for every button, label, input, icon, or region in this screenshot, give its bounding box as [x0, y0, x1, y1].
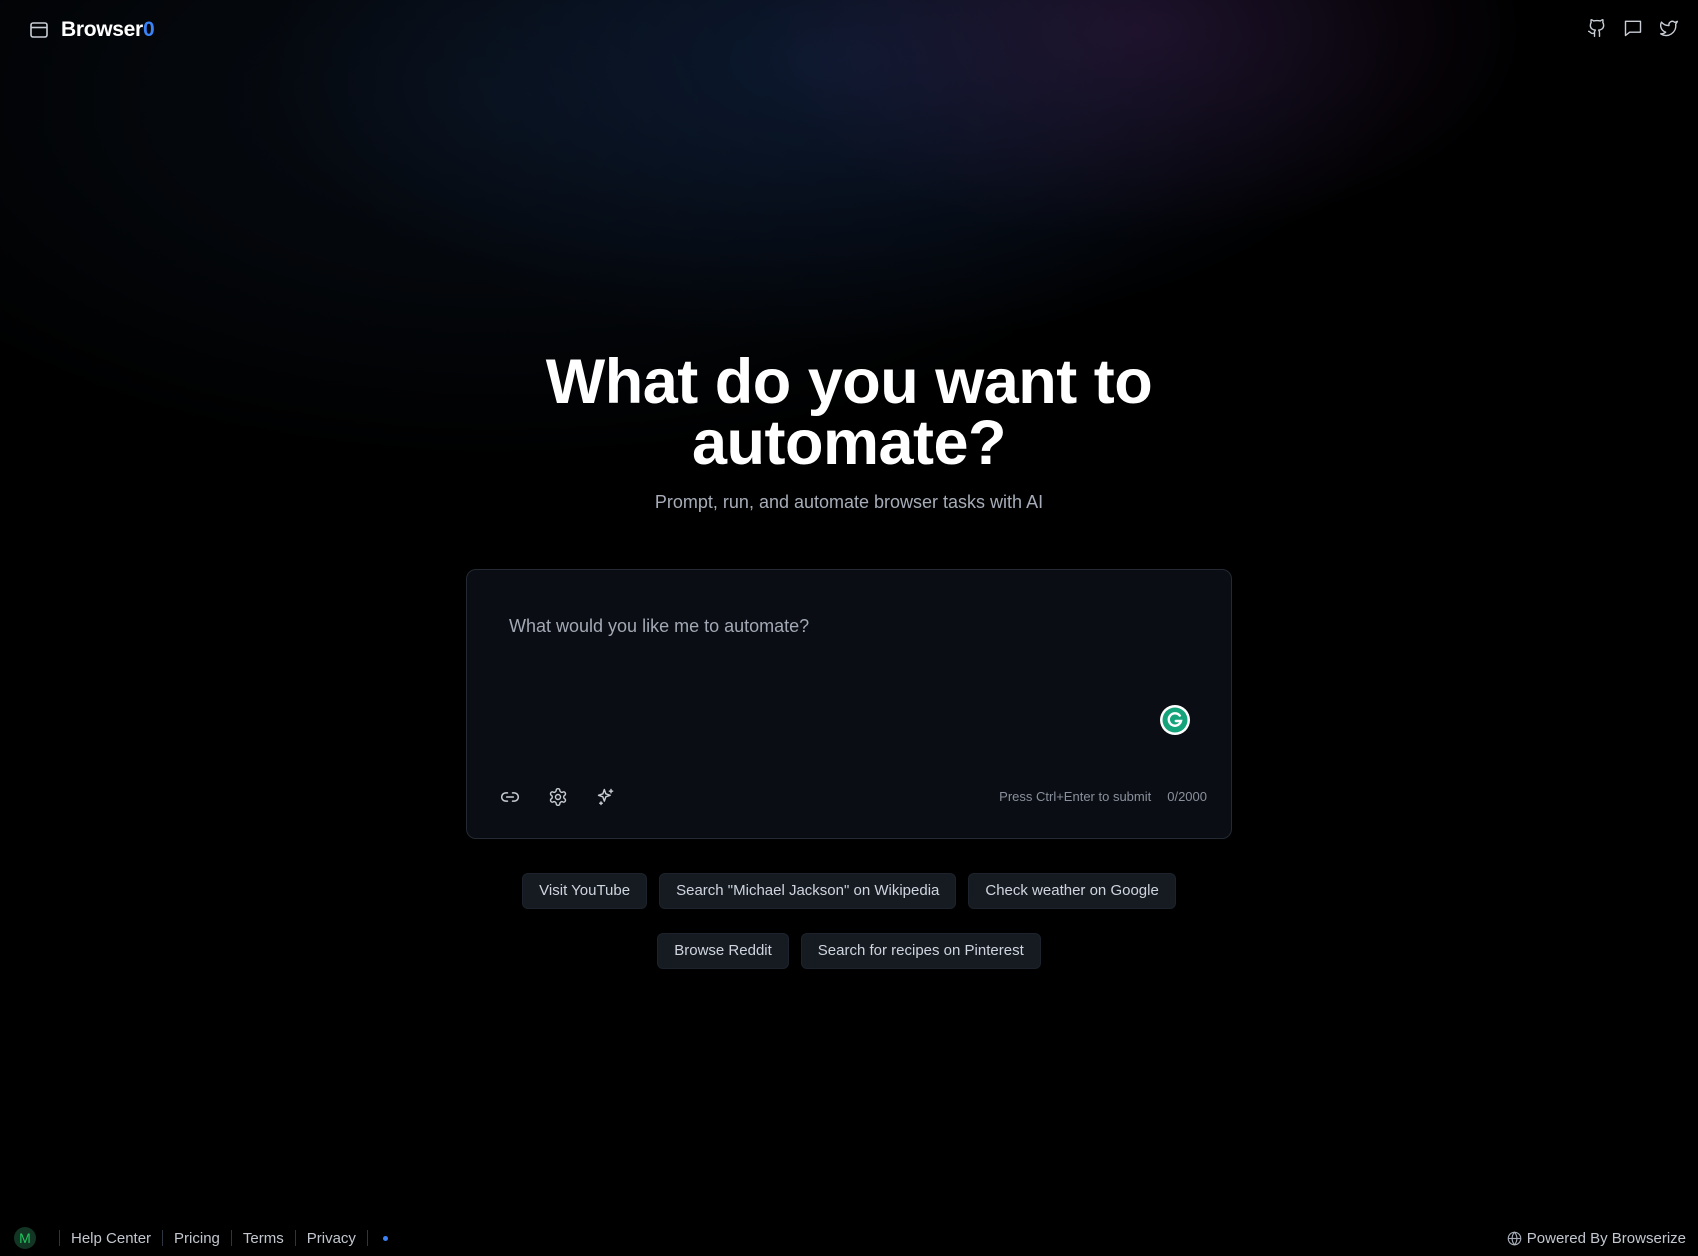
powered-by-link[interactable]: Powered By Browserize: [1507, 1224, 1686, 1252]
divider: [59, 1230, 60, 1246]
status-dot: [382, 1235, 388, 1241]
divider: [366, 1230, 368, 1246]
header-actions: [1586, 16, 1680, 40]
sidebar-icon: [30, 22, 48, 38]
hero-subtitle: Prompt, run, and automate browser tasks …: [654, 492, 1044, 512]
settings-icon: [549, 787, 567, 807]
sidebar-toggle-button[interactable]: [28, 19, 50, 41]
feedback-button[interactable]: [1622, 16, 1644, 40]
divider: [162, 1230, 164, 1246]
settings-button[interactable]: [547, 786, 569, 808]
twitter-button[interactable]: [1658, 16, 1680, 40]
avatar[interactable]: M: [14, 1227, 36, 1249]
help-center-link[interactable]: Help Center: [71, 1230, 151, 1247]
brand-accent: 0: [142, 18, 155, 41]
hero: What do you want to automate? Prompt, ru…: [0, 347, 1698, 513]
hero-title: What do you want to automate?: [545, 347, 1153, 478]
brand-logo[interactable]: Browser0: [61, 17, 155, 43]
footer-links: M Help Center Pricing Terms Privacy: [14, 1224, 388, 1252]
suggestion-chip[interactable]: Visit YouTube: [522, 873, 648, 909]
prompt-meta: Press Ctrl+Enter to submit 0/2000: [999, 789, 1207, 804]
prompt-box: Press Ctrl+Enter to submit 0/2000: [466, 569, 1232, 839]
github-button[interactable]: [1586, 16, 1608, 40]
grammarly-icon: [1160, 705, 1190, 735]
suggestions-row-1: Visit YouTube Search "Michael Jackson" o…: [0, 873, 1698, 909]
brand-name: Browser: [61, 18, 143, 41]
github-icon: [1587, 18, 1605, 38]
terms-link[interactable]: Terms: [243, 1230, 284, 1247]
prompt-tools: [499, 786, 617, 808]
powered-by-label: Powered By Browserize: [1526, 1229, 1686, 1247]
character-counter: 0/2000: [1167, 789, 1207, 804]
suggestions-row-2: Browse Reddit Search for recipes on Pint…: [0, 933, 1698, 969]
footer: M Help Center Pricing Terms Privacy Powe…: [0, 1224, 1698, 1252]
suggestion-chip[interactable]: Search "Michael Jackson" on Wikipedia: [659, 873, 957, 909]
submit-hint: Press Ctrl+Enter to submit: [999, 789, 1152, 804]
pricing-link[interactable]: Pricing: [174, 1230, 220, 1247]
chat-icon: [1624, 20, 1642, 37]
globe-icon: [1507, 1230, 1522, 1246]
enhance-prompt-button[interactable]: [595, 786, 617, 808]
grammarly-button[interactable]: [1159, 704, 1191, 736]
prompt-input[interactable]: [507, 614, 1171, 738]
divider: [230, 1230, 232, 1246]
suggestion-chip[interactable]: Browse Reddit: [657, 933, 789, 969]
divider: [294, 1230, 296, 1246]
suggestion-chip[interactable]: Search for recipes on Pinterest: [800, 933, 1041, 969]
top-header: Browser0: [0, 0, 1698, 60]
sparkles-icon: [597, 788, 614, 806]
attach-link-button[interactable]: [499, 786, 521, 808]
link-icon: [500, 792, 520, 802]
twitter-icon: [1659, 20, 1679, 37]
page: Browser0 What do you want to automate? P…: [0, 0, 1698, 1256]
privacy-link[interactable]: Privacy: [307, 1230, 356, 1247]
suggestion-chip[interactable]: Check weather on Google: [968, 873, 1176, 909]
